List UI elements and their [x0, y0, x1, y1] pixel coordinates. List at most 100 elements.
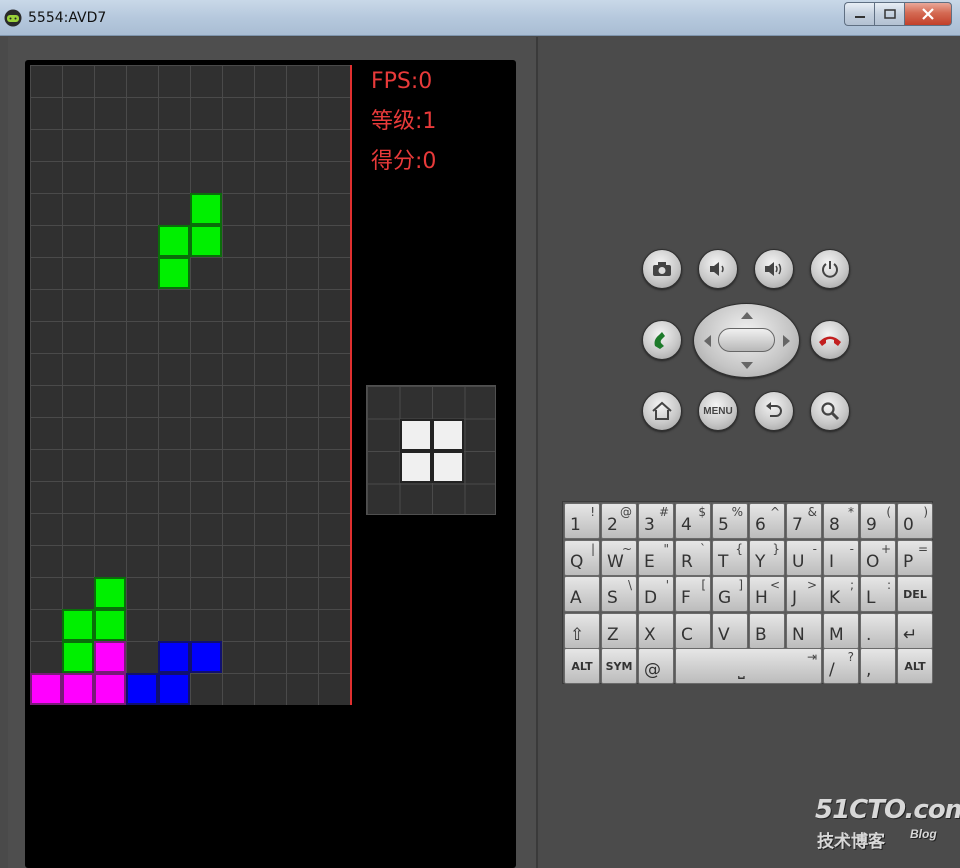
watermark: 51CTO.com 技术博客 Blog — [815, 795, 960, 855]
volume-down-icon — [710, 262, 724, 276]
key-v[interactable]: V — [712, 612, 748, 649]
key-p[interactable]: P = — [897, 539, 933, 576]
level-label: 等级:1 — [371, 109, 437, 134]
camera-button[interactable] — [642, 249, 682, 289]
stacked-block — [62, 641, 94, 673]
falling-block — [190, 193, 222, 225]
key-g[interactable]: G] — [712, 576, 748, 612]
key-key38[interactable]: . — [860, 612, 896, 649]
key-o[interactable]: O + — [860, 539, 896, 576]
stacked-block — [94, 641, 126, 673]
alt-left-key[interactable]: ALT — [564, 648, 600, 684]
qwerty-keyboard: ALT SYM @ ⎵ ⇥ / ? , ALT 1! 2 @3 #4 $5% 6 ^ 7 & 8 *… — [562, 501, 933, 684]
key-0[interactable]: 0) — [897, 503, 933, 539]
falling-block — [190, 225, 222, 257]
key-4[interactable]: 4 $ — [675, 503, 711, 539]
key-key39[interactable]: ↵ — [897, 612, 933, 649]
key-z[interactable]: Z — [601, 612, 637, 649]
key-n[interactable]: N — [786, 612, 822, 649]
key-f[interactable]: F[ — [675, 576, 711, 612]
key-key30[interactable]: ⇧ — [564, 612, 600, 649]
next-piece-preview — [366, 385, 496, 515]
close-icon — [922, 8, 934, 20]
key-i[interactable]: I- — [823, 539, 859, 576]
dpad[interactable] — [693, 303, 800, 378]
key-6[interactable]: 6 ^ — [749, 503, 785, 539]
key-y[interactable]: Y} — [749, 539, 785, 576]
key-u[interactable]: U- — [786, 539, 822, 576]
key-k[interactable]: K; — [823, 576, 859, 612]
end-call-button[interactable] — [810, 320, 850, 360]
at-key[interactable]: @ — [638, 648, 674, 684]
end-call-icon — [819, 336, 841, 346]
key-1[interactable]: 1! — [564, 503, 600, 539]
score-label: 得分:0 — [371, 149, 437, 174]
key-m[interactable]: M — [823, 612, 859, 649]
key-c[interactable]: C — [675, 612, 711, 649]
menu-button[interactable]: MENU — [698, 391, 738, 431]
dpad-down-icon[interactable] — [741, 362, 753, 369]
menu-label: MENU — [703, 405, 733, 417]
stacked-block — [62, 609, 94, 641]
window-title: 5554:AVD7 — [28, 10, 107, 26]
search-button[interactable] — [810, 391, 850, 431]
search-icon — [821, 402, 840, 421]
slash-key[interactable]: / ? — [823, 648, 859, 684]
stacked-block — [94, 577, 126, 609]
key-x[interactable]: X — [638, 612, 674, 649]
home-icon — [652, 401, 672, 420]
minimize-button[interactable] — [844, 2, 874, 26]
key-t[interactable]: T{ — [712, 539, 748, 576]
falling-block — [158, 257, 190, 289]
key-q[interactable]: Q | — [564, 539, 600, 576]
next-piece-block — [399, 451, 432, 483]
space-key[interactable]: ⎵ ⇥ — [675, 648, 822, 684]
key-j[interactable]: J > — [786, 576, 822, 612]
camera-icon — [653, 262, 671, 276]
stacked-block — [30, 673, 62, 705]
key-3[interactable]: 3 # — [638, 503, 674, 539]
key-2[interactable]: 2 @ — [601, 503, 637, 539]
volume-up-button[interactable] — [754, 249, 794, 289]
sym-key[interactable]: SYM — [601, 648, 637, 684]
key-s[interactable]: S \ — [601, 576, 637, 612]
window-titlebar: 5554:AVD7 — [0, 0, 960, 36]
key-5[interactable]: 5% — [712, 503, 748, 539]
stacked-block — [126, 673, 158, 705]
volume-down-button[interactable] — [698, 249, 738, 289]
dpad-center-button[interactable] — [718, 328, 775, 352]
window-controls — [844, 2, 952, 26]
key-8[interactable]: 8 * — [823, 503, 859, 539]
comma-key[interactable]: , — [860, 648, 896, 684]
maximize-icon — [883, 9, 896, 19]
dpad-right-icon[interactable] — [783, 335, 790, 347]
key-a[interactable]: A — [564, 576, 600, 612]
key-w[interactable]: W ~ — [601, 539, 637, 576]
key-r[interactable]: R ` — [675, 539, 711, 576]
key-9[interactable]: 9( — [860, 503, 896, 539]
key-b[interactable]: B — [749, 612, 785, 649]
stacked-block — [94, 609, 126, 641]
key-del[interactable]: DEL — [897, 576, 933, 612]
power-button[interactable] — [810, 249, 850, 289]
watermark-subtitle: 技术博客 — [817, 832, 885, 852]
stacked-block — [190, 641, 222, 673]
dpad-up-icon[interactable] — [741, 312, 753, 319]
call-button[interactable] — [642, 320, 682, 360]
close-button[interactable] — [904, 2, 952, 26]
home-button[interactable] — [642, 391, 682, 431]
call-icon — [654, 332, 665, 349]
back-icon — [766, 402, 782, 417]
alt-right-key[interactable]: ALT — [897, 648, 933, 684]
dpad-left-icon[interactable] — [704, 335, 711, 347]
key-d[interactable]: D ' — [638, 576, 674, 612]
back-button[interactable] — [754, 391, 794, 431]
game-board[interactable] — [30, 65, 350, 705]
key-h[interactable]: H < — [749, 576, 785, 612]
maximize-button[interactable] — [874, 2, 904, 26]
volume-up-icon — [765, 262, 782, 276]
key-l[interactable]: L: — [860, 576, 896, 612]
key-7[interactable]: 7 & — [786, 503, 822, 539]
power-icon — [822, 261, 838, 278]
key-e[interactable]: E " — [638, 539, 674, 576]
